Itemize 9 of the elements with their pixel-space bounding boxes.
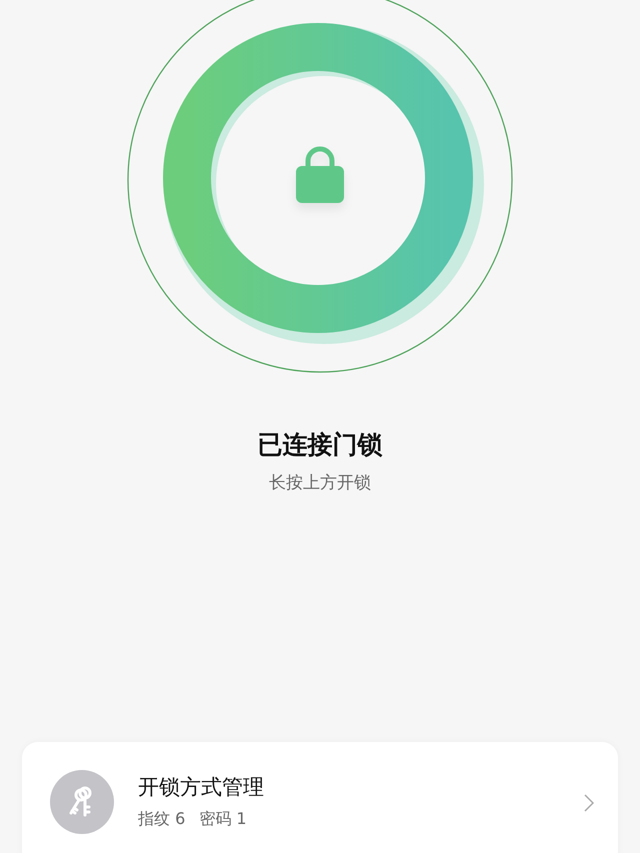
unlock-ring[interactable] — [163, 23, 484, 344]
hint-text: 长按上方开锁 — [269, 472, 371, 494]
method-count: 指纹 6 — [138, 809, 186, 830]
chevron-icon — [584, 794, 594, 812]
status-title: 已连接门锁 — [258, 429, 382, 461]
card-title: 开锁方式管理 — [138, 774, 265, 801]
method-count: 密码 1 — [199, 809, 247, 830]
lock-icon — [296, 146, 344, 203]
unlock-methods-card[interactable]: 开锁方式管理 指纹 6 密码 1 — [22, 742, 618, 853]
